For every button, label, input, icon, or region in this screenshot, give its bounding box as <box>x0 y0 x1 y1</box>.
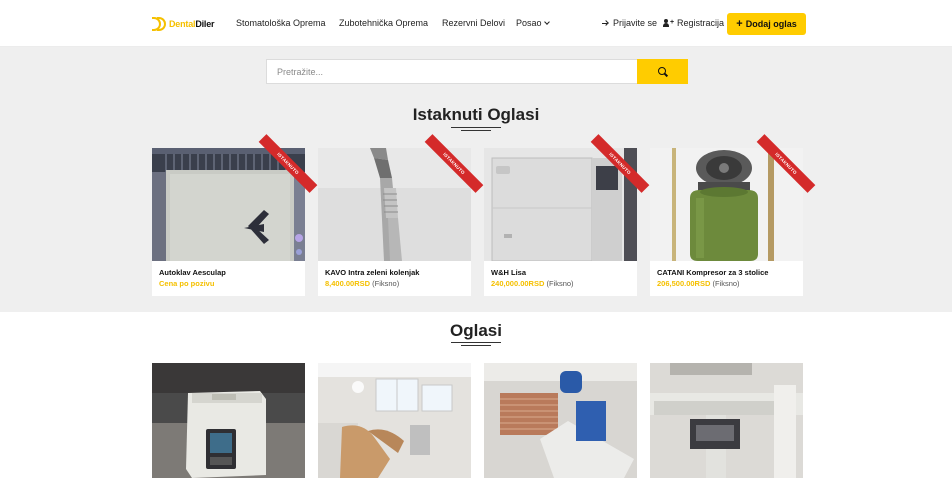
register-link[interactable]: + Registracija <box>663 18 724 28</box>
featured-card[interactable]: ISTAKNUTO Autoklav Aesculap Cena po pozi… <box>152 134 318 296</box>
nav-item-stomatoloska-oprema[interactable]: Stomatološka Oprema <box>236 18 326 28</box>
logo-text: DentalDiler <box>169 19 215 29</box>
listing-image <box>650 363 803 478</box>
featured-title: Istaknuti Oglasi <box>412 105 540 124</box>
featured-card[interactable]: ISTAKNUTO W&H Lisa 240,000.00RSD (Fiksno… <box>484 134 650 296</box>
user-plus-icon: + <box>663 19 674 27</box>
add-listing-label: Dodaj oglas <box>745 19 797 29</box>
listing-card[interactable] <box>650 363 803 478</box>
listing-price: 8,400.00RSD (Fiksno) <box>325 279 400 288</box>
title-underline <box>461 345 491 346</box>
title-underline <box>461 130 491 131</box>
featured-card[interactable]: ISTAKNUTO CATANI Kompresor za 3 stolice … <box>650 134 816 296</box>
nav-item-rezervni-delovi[interactable]: Rezervni Delovi <box>442 18 505 28</box>
listing-card[interactable] <box>152 363 305 478</box>
logo-icon <box>152 17 168 31</box>
login-link[interactable]: Prijavite se <box>602 18 657 28</box>
plus-icon: + <box>736 18 743 30</box>
chevron-down-icon <box>543 19 550 25</box>
listing-card[interactable] <box>484 363 637 478</box>
search-icon <box>657 66 666 75</box>
listing-title: Autoklav Aesculap <box>159 268 226 277</box>
ads-title: Oglasi <box>450 321 502 340</box>
nav-item-zubotehnicka-oprema[interactable]: Zubotehnička Oprema <box>339 18 428 28</box>
listing-image <box>318 363 471 478</box>
search-button[interactable] <box>637 59 688 84</box>
site-header: DentalDiler Stomatološka Oprema Zubotehn… <box>0 0 952 47</box>
title-underline <box>451 127 501 128</box>
nav-item-posao-label: Posao <box>516 18 542 28</box>
add-listing-button[interactable]: + Dodaj oglas <box>727 13 806 35</box>
register-label: Registracija <box>677 18 725 28</box>
featured-card[interactable]: ISTAKNUTO KAVO Intra zeleni kolenjak 8,4… <box>318 134 484 296</box>
listing-image <box>152 363 305 478</box>
listing-title: W&H Lisa <box>491 268 527 277</box>
listing-title: KAVO Intra zeleni kolenjak <box>325 268 420 277</box>
nav-item-posao[interactable]: Posao <box>516 18 550 28</box>
sign-in-icon <box>602 20 609 27</box>
login-label: Prijavite se <box>613 18 658 28</box>
listing-title: CATANI Kompresor za 3 stolice <box>657 268 769 277</box>
search-input[interactable] <box>266 59 638 84</box>
listing-price: Cena po pozivu <box>159 279 215 288</box>
listing-price: 240,000.00RSD (Fiksno) <box>491 279 574 288</box>
listing-card[interactable] <box>318 363 471 478</box>
site-logo[interactable]: DentalDiler <box>152 16 215 32</box>
listing-image <box>484 363 637 478</box>
listing-price: 206,500.00RSD (Fiksno) <box>657 279 740 288</box>
title-underline <box>451 342 501 343</box>
